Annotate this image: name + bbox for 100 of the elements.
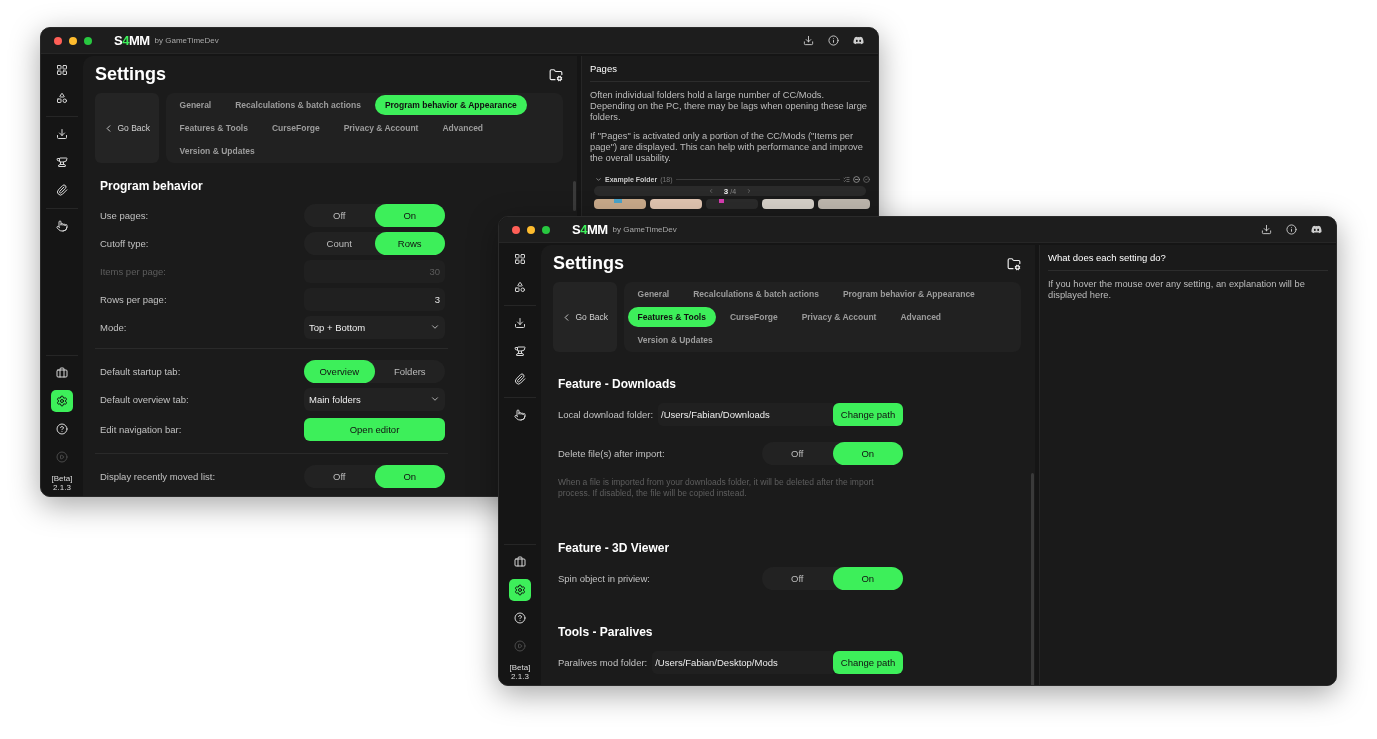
toggle-option[interactable]: On: [374, 203, 445, 227]
toggle-option[interactable]: On: [832, 566, 903, 590]
toggle-option[interactable]: Off: [304, 203, 375, 227]
change-path-button[interactable]: Change path: [833, 402, 903, 426]
maximize-button[interactable]: [84, 36, 92, 45]
download-icon[interactable]: [1261, 224, 1272, 235]
toggle-option[interactable]: Overview: [304, 359, 375, 383]
toggle-option[interactable]: Rows: [374, 231, 445, 255]
sidebar-item[interactable]: [509, 579, 531, 601]
paperclip-icon: [514, 373, 526, 385]
change-path-button[interactable]: Change path: [833, 650, 903, 674]
path-field[interactable]: /Users/Fabian/Desktop/Mods: [652, 650, 833, 674]
settings-icon: [514, 584, 526, 596]
toggle-option[interactable]: Off: [762, 441, 833, 465]
anvil-icon: [56, 156, 68, 168]
section-heading: Program behavior: [100, 178, 204, 195]
page-number: 3: [723, 186, 729, 196]
setting-label: Display recently moved list:: [100, 470, 216, 482]
logo-text: 4: [580, 222, 587, 237]
settings-tab[interactable]: CurseForge: [261, 118, 330, 138]
maximize-button[interactable]: [542, 225, 550, 234]
setting-label: Local download folder:: [558, 408, 654, 420]
settings-tab[interactable]: Program behavior & Appearance: [374, 95, 527, 115]
sidebar-item[interactable]: [51, 390, 73, 412]
go-back-button[interactable]: Go Back: [95, 93, 159, 163]
panel-heading: Pages: [590, 56, 870, 82]
help-icon: [56, 423, 68, 435]
help-text: If "Pages" is activated only a portion of the CC/Mods ("Items per page") are displayed. This can help with performance and improve the overall usability.: [590, 131, 864, 164]
setting-label: Delete file(s) after import:: [558, 447, 665, 459]
discord-icon[interactable]: [1311, 224, 1322, 235]
app-byline: by GameTimeDev: [154, 36, 219, 45]
settings-icon: [56, 395, 68, 407]
discord-icon[interactable]: [853, 35, 864, 46]
settings-tab[interactable]: Version & Updates: [169, 141, 265, 161]
download-icon[interactable]: [803, 35, 814, 46]
close-button[interactable]: [54, 36, 62, 45]
dropdown[interactable]: Top + Bottom: [304, 315, 445, 339]
setting-label: Default overview tab:: [100, 393, 189, 405]
dropdown[interactable]: Main folders: [304, 387, 445, 411]
close-button[interactable]: [512, 225, 520, 234]
setting-label: Use pages:: [100, 209, 149, 221]
settings-tab[interactable]: Recalculations & batch actions: [683, 284, 829, 304]
settings-tab[interactable]: CurseForge: [719, 307, 788, 327]
toolbox-icon: [56, 367, 68, 379]
chevron-down-icon: [430, 394, 440, 404]
chevron-down-icon: [595, 176, 602, 183]
grid-icon: [514, 253, 526, 265]
list-icon: [843, 176, 850, 183]
settings-tab[interactable]: Program behavior & Appearance: [832, 284, 985, 304]
settings-tab[interactable]: Features & Tools: [169, 118, 258, 138]
toggle-option[interactable]: Count: [304, 231, 375, 255]
grid-icon: [56, 64, 68, 76]
settings-tab[interactable]: Privacy & Account: [333, 118, 429, 138]
settings-tab[interactable]: General: [627, 284, 680, 304]
go-back-button[interactable]: Go Back: [553, 282, 617, 352]
settings-tab[interactable]: Version & Updates: [627, 330, 723, 350]
info-icon[interactable]: [1286, 224, 1297, 235]
settings-tab[interactable]: Advanced: [890, 307, 952, 327]
minimize-button[interactable]: [527, 225, 535, 234]
hand-pointer-icon: [514, 409, 526, 421]
folder-settings-icon[interactable]: [549, 67, 563, 82]
toggle-option[interactable]: Off: [304, 464, 375, 488]
hand-pointer-icon: [56, 220, 68, 232]
open-editor-button[interactable]: Open editor: [304, 418, 445, 441]
shapes-icon: [514, 281, 526, 293]
settings-tab[interactable]: Advanced: [432, 118, 494, 138]
settings-tab[interactable]: Recalculations & batch actions: [225, 95, 371, 115]
help-text: If you hover the mouse over any setting, an explanation will be displayed here.: [1048, 279, 1306, 301]
path-field[interactable]: /Users/Fabian/Downloads: [658, 402, 833, 426]
page-title: Settings: [553, 253, 624, 274]
settings-tab[interactable]: General: [169, 95, 222, 115]
version-label: 2.1.3: [53, 483, 71, 492]
logo-text: MM: [128, 33, 150, 48]
logo-text: MM: [586, 222, 608, 237]
toggle-option[interactable]: Folders: [374, 359, 445, 383]
setting-label: Cutoff type:: [100, 237, 149, 249]
toggle-option[interactable]: Off: [762, 566, 833, 590]
panel-heading: What does each setting do?: [1048, 245, 1328, 271]
beta-label: [Beta]: [51, 474, 73, 483]
version-label: 2.1.3: [511, 672, 529, 681]
app-byline: by GameTimeDev: [612, 225, 677, 234]
folder-settings-icon[interactable]: [1007, 256, 1021, 271]
settings-tab[interactable]: Privacy & Account: [791, 307, 887, 327]
paperclip-icon: [56, 184, 68, 196]
shapes-icon: [56, 92, 68, 104]
toolbox-icon: [514, 556, 526, 568]
logo-text: S: [572, 222, 581, 237]
minimize-button[interactable]: [69, 36, 77, 45]
toggle-option[interactable]: On: [832, 441, 903, 465]
minus-icon: [853, 176, 860, 183]
setting-label: Spin object in priview:: [558, 572, 650, 584]
logo-text: S: [114, 33, 123, 48]
anvil-icon: [514, 345, 526, 357]
number-field[interactable]: 3: [304, 287, 445, 311]
settings-tab[interactable]: Features & Tools: [627, 307, 716, 327]
download-icon: [514, 317, 526, 329]
toggle-option[interactable]: On: [374, 464, 445, 488]
check-icon: [863, 176, 870, 183]
info-icon[interactable]: [828, 35, 839, 46]
beta-label: [Beta]: [509, 663, 531, 672]
